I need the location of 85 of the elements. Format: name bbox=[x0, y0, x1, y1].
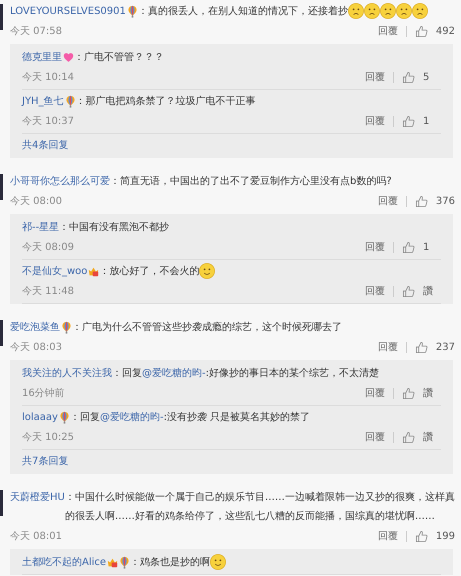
reply-time: 16分钟前 bbox=[22, 386, 65, 400]
reply-time: 今天 10:37 bbox=[22, 115, 74, 128]
sad-face-icon bbox=[396, 3, 412, 19]
sad-face-icon bbox=[364, 3, 380, 19]
reply-link[interactable]: 回覆 bbox=[378, 529, 398, 543]
reply-link[interactable]: 回覆 bbox=[365, 386, 385, 400]
reply-text: ：回复@爱吃糖的昀-:好像抄的事日本的某个综艺，不太清楚 bbox=[112, 366, 379, 381]
comment-time: 今天 08:03 bbox=[10, 341, 62, 354]
reply-text: ：广电不管管？？？ bbox=[74, 50, 164, 65]
thumbs-up-icon[interactable] bbox=[402, 70, 415, 84]
reply-text: ：那广电把鸡条禁了？垃圾广电不干正事 bbox=[76, 94, 256, 109]
username-link[interactable]: lolaaay bbox=[22, 408, 58, 427]
balloon-icon bbox=[126, 5, 138, 18]
username-link[interactable]: LOVEYOURSELVES0901 bbox=[10, 2, 126, 21]
reply-link[interactable]: 回覆 bbox=[365, 430, 385, 444]
thumbs-up-icon[interactable] bbox=[414, 530, 428, 542]
username-link[interactable]: 小哥哥你怎么那么可爱 bbox=[10, 172, 110, 191]
avatar-edge bbox=[0, 490, 3, 516]
comment-time: 今天 08:01 bbox=[10, 530, 62, 543]
thumbs-up-icon[interactable] bbox=[402, 386, 415, 400]
crown-icon bbox=[107, 556, 118, 569]
username-link[interactable]: 土都吃不起的Alice bbox=[22, 553, 106, 572]
like-count: 5 bbox=[423, 72, 430, 82]
sad-face-icon bbox=[380, 3, 396, 19]
like-count: 237 bbox=[436, 342, 455, 352]
sad-face-icon bbox=[348, 3, 364, 19]
balloon-icon bbox=[64, 95, 76, 108]
reply-time: 今天 10:25 bbox=[22, 431, 74, 444]
reply-link[interactable]: 回覆 bbox=[365, 114, 385, 128]
comment-time: 今天 08:00 bbox=[10, 195, 62, 208]
reply-link[interactable]: 回覆 bbox=[378, 340, 398, 354]
username-link[interactable]: 不是仙女_woo bbox=[22, 262, 88, 281]
like-count: 376 bbox=[436, 196, 455, 206]
like-count: 1 bbox=[423, 116, 430, 126]
avatar-edge bbox=[0, 320, 3, 346]
reply-text: ：回复@爱吃糖的昀-:没有抄袭 只是被莫名其妙的禁了 bbox=[70, 410, 310, 425]
username-link[interactable]: 我关注的人不关注我 bbox=[22, 364, 112, 383]
thumbs-up-icon[interactable] bbox=[414, 340, 428, 354]
like-count: 讚 bbox=[423, 386, 434, 400]
thumbs-up-icon[interactable] bbox=[414, 194, 428, 208]
more-replies-link[interactable]: 共4条回复 bbox=[22, 134, 441, 158]
like-count: 199 bbox=[436, 530, 455, 542]
username-link[interactable]: JYH_鱼七 bbox=[22, 92, 64, 111]
smile-face-icon bbox=[210, 554, 226, 570]
reply-text: ：中国有没有黑泡不都抄 bbox=[59, 220, 170, 235]
reply-time: 今天 11:48 bbox=[22, 285, 74, 298]
reply-time: 今天 10:14 bbox=[22, 71, 74, 84]
username-link[interactable]: 德克里里 bbox=[22, 48, 62, 67]
comment-time: 今天 07:58 bbox=[10, 25, 62, 38]
crown-icon bbox=[88, 265, 100, 278]
sad-face-icon bbox=[412, 3, 428, 19]
comment-text: ：广电为什么不管管这些抄袭成瘾的综艺，这个时候死哪去了 bbox=[72, 320, 342, 335]
heart-icon bbox=[63, 51, 74, 64]
username-link[interactable]: 祁--星星 bbox=[22, 218, 60, 237]
balloon-icon bbox=[119, 556, 130, 569]
more-replies-link[interactable]: 共7条回复 bbox=[22, 450, 441, 474]
reply-text: ：放心好了，不会火的 bbox=[99, 264, 200, 279]
balloon-icon bbox=[58, 411, 70, 424]
avatar-edge bbox=[0, 174, 3, 200]
like-count: 1 bbox=[423, 242, 430, 252]
mention-link[interactable]: @爱吃糖的昀- bbox=[100, 412, 164, 423]
comment-text: ：中国什么时候能做一个属于自己的娱乐节目……一边喊着限韩一边又抄的很爽，这样真的很丢人啊……好看的鸡条给停了，这些乱七八糟的反而能播，国综真的堪忧啊…… bbox=[64, 490, 455, 524]
comment-text: ：简直无语，中国出的了出不了爱豆制作方心里没有点b数的吗? bbox=[110, 174, 392, 189]
username-link[interactable]: 天蔚橙爱HU bbox=[10, 488, 65, 507]
reply-link[interactable]: 回覆 bbox=[365, 240, 385, 254]
thumbs-up-icon[interactable] bbox=[402, 114, 415, 128]
thumbs-up-icon[interactable] bbox=[402, 430, 415, 444]
like-count: 讚 bbox=[423, 430, 434, 444]
reply-text: ：鸡条也是抄的啊 bbox=[130, 556, 210, 570]
thumbs-up-icon[interactable] bbox=[414, 24, 428, 38]
comment-text: ：真的很丢人，在别人知道的情况下，还接着抄 bbox=[138, 4, 348, 19]
reply-link[interactable]: 回覆 bbox=[365, 284, 385, 298]
reply-time: 今天 08:09 bbox=[22, 241, 74, 254]
reply-link[interactable]: 回覆 bbox=[378, 24, 398, 38]
thumbs-up-icon[interactable] bbox=[402, 284, 415, 298]
thumbs-up-icon[interactable] bbox=[402, 240, 415, 254]
reply-link[interactable]: 回覆 bbox=[378, 194, 398, 208]
reply-link[interactable]: 回覆 bbox=[365, 70, 385, 84]
username-link[interactable]: 爱吃泡菜鱼 bbox=[10, 318, 60, 337]
balloon-icon bbox=[61, 321, 72, 334]
avatar-edge bbox=[0, 4, 3, 30]
like-count: 492 bbox=[436, 26, 455, 36]
like-count: 讚 bbox=[423, 284, 434, 298]
smile-face-icon bbox=[199, 263, 216, 279]
mention-link[interactable]: @爱吃糖的昀- bbox=[142, 368, 206, 379]
